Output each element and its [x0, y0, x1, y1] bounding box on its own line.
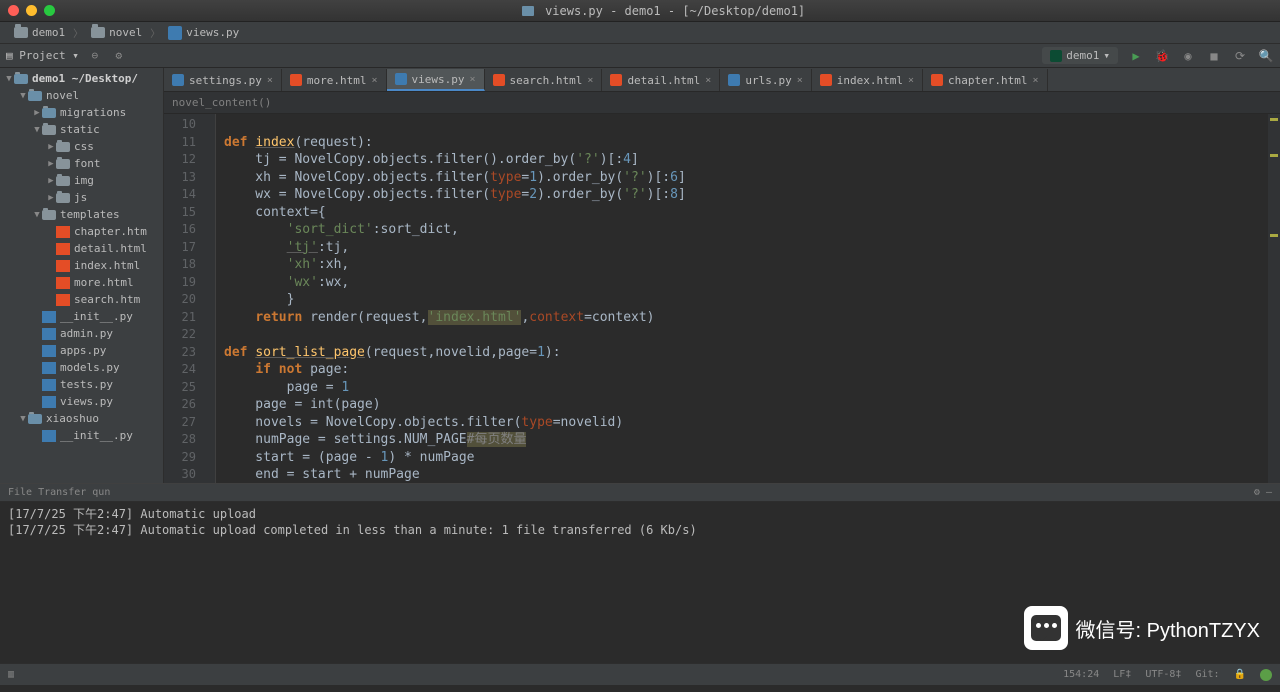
- folder-icon: [14, 27, 28, 38]
- tree-item[interactable]: ▼novel: [0, 87, 163, 104]
- tree-item[interactable]: ▶css: [0, 138, 163, 155]
- project-tool-window-button[interactable]: ▤ Project ▾: [6, 49, 79, 62]
- vcs-button[interactable]: ⟳: [1232, 48, 1248, 64]
- maximize-window-button[interactable]: [44, 5, 55, 16]
- tree-item[interactable]: models.py: [0, 359, 163, 376]
- html-file-icon: [290, 74, 302, 86]
- tree-item[interactable]: ▶img: [0, 172, 163, 189]
- watermark: 微信号: PythonTZYX: [1024, 606, 1261, 650]
- tree-item[interactable]: ▼static: [0, 121, 163, 138]
- editor-tab[interactable]: views.py×: [387, 69, 485, 91]
- editor-tab[interactable]: chapter.html×: [923, 69, 1048, 91]
- search-icon[interactable]: 🔍: [1258, 48, 1274, 64]
- wechat-icon: [1024, 606, 1068, 650]
- breadcrumb-nav: demo1 〉 novel 〉 views.py: [0, 22, 1280, 44]
- project-tree[interactable]: ▼demo1 ~/Desktop/▼novel▶migrations▼stati…: [0, 68, 163, 444]
- html-file-icon: [493, 74, 505, 86]
- editor-tab[interactable]: search.html×: [485, 69, 603, 91]
- editor-tab[interactable]: urls.py×: [720, 69, 811, 91]
- py-file-icon: [728, 74, 740, 86]
- html-file-icon: [820, 74, 832, 86]
- tree-item[interactable]: more.html: [0, 274, 163, 291]
- file-encoding[interactable]: UTF-8‡: [1145, 669, 1181, 680]
- close-tab-icon[interactable]: ×: [372, 75, 378, 86]
- close-tab-icon[interactable]: ×: [1032, 75, 1038, 86]
- code-breadcrumb[interactable]: novel_content(): [164, 92, 1280, 114]
- window-title: views.py - demo1 - [~/Desktop/demo1]: [55, 4, 1272, 18]
- html-file-icon: [610, 74, 622, 86]
- tree-item[interactable]: ▶font: [0, 155, 163, 172]
- django-icon: [1050, 50, 1062, 62]
- chevron-right-icon: 〉: [73, 25, 83, 40]
- editor-tabs: settings.py×more.html×views.py×search.ht…: [164, 68, 1280, 92]
- tree-item[interactable]: ▼demo1 ~/Desktop/: [0, 70, 163, 87]
- titlebar: views.py - demo1 - [~/Desktop/demo1]: [0, 0, 1280, 22]
- status-indicator-icon[interactable]: [1260, 669, 1272, 681]
- file-icon: [522, 6, 534, 16]
- py-file-icon: [395, 73, 407, 85]
- project-sidebar: ▼demo1 ~/Desktop/▼novel▶migrations▼stati…: [0, 68, 164, 483]
- nav-folder[interactable]: novel: [85, 24, 148, 41]
- status-left: ▥: [8, 669, 14, 680]
- close-tab-icon[interactable]: ×: [587, 75, 593, 86]
- debug-button[interactable]: 🐞: [1154, 48, 1170, 64]
- lock-icon[interactable]: 🔒: [1234, 669, 1246, 680]
- tree-item[interactable]: ▶migrations: [0, 104, 163, 121]
- git-branch[interactable]: Git:: [1195, 669, 1219, 680]
- folder-icon: [91, 27, 105, 38]
- toolbar: ▤ Project ▾ ⊖ ⚙ demo1 ▾ ▶ 🐞 ◉ ■ ⟳ 🔍: [0, 44, 1280, 68]
- code-editor[interactable]: 10 11 12 13 14 15 16 17 18 19 20 21 22 2…: [164, 114, 1280, 483]
- line-separator[interactable]: LF‡: [1113, 669, 1131, 680]
- tree-item[interactable]: index.html: [0, 257, 163, 274]
- python-icon: [168, 26, 182, 40]
- chevron-right-icon: 〉: [150, 25, 160, 40]
- panel-title[interactable]: File Transfer qun: [8, 487, 110, 498]
- tree-item[interactable]: __init__.py: [0, 427, 163, 444]
- run-button[interactable]: ▶: [1128, 48, 1144, 64]
- panel-settings-icon[interactable]: ⚙: [1254, 487, 1260, 498]
- minimize-window-button[interactable]: [26, 5, 37, 16]
- py-file-icon: [172, 74, 184, 86]
- close-tab-icon[interactable]: ×: [797, 75, 803, 86]
- editor-tab[interactable]: more.html×: [282, 69, 387, 91]
- tree-item[interactable]: admin.py: [0, 325, 163, 342]
- tree-item[interactable]: search.htm: [0, 291, 163, 308]
- tree-item[interactable]: ▼xiaoshuo: [0, 410, 163, 427]
- editor-tab[interactable]: index.html×: [812, 69, 923, 91]
- panel-minimize-icon[interactable]: —: [1266, 487, 1272, 498]
- run-configuration-selector[interactable]: demo1 ▾: [1042, 47, 1118, 64]
- close-window-button[interactable]: [8, 5, 19, 16]
- tree-item[interactable]: chapter.htm: [0, 223, 163, 240]
- tree-item[interactable]: views.py: [0, 393, 163, 410]
- coverage-button[interactable]: ◉: [1180, 48, 1196, 64]
- tree-item[interactable]: tests.py: [0, 376, 163, 393]
- collapse-icon[interactable]: ⊖: [87, 48, 103, 64]
- close-tab-icon[interactable]: ×: [470, 74, 476, 85]
- line-gutter: 10 11 12 13 14 15 16 17 18 19 20 21 22 2…: [164, 114, 204, 483]
- close-tab-icon[interactable]: ×: [705, 75, 711, 86]
- tree-item[interactable]: __init__.py: [0, 308, 163, 325]
- close-tab-icon[interactable]: ×: [908, 75, 914, 86]
- nav-file[interactable]: views.py: [162, 24, 245, 42]
- html-file-icon: [931, 74, 943, 86]
- status-bar: ▥ 154:24 LF‡ UTF-8‡ Git: 🔒: [0, 663, 1280, 685]
- cursor-position[interactable]: 154:24: [1063, 669, 1099, 680]
- stop-button[interactable]: ■: [1206, 48, 1222, 64]
- tree-item[interactable]: apps.py: [0, 342, 163, 359]
- window-controls: [8, 5, 55, 16]
- tree-item[interactable]: detail.html: [0, 240, 163, 257]
- fold-gutter[interactable]: [204, 114, 216, 483]
- tree-item[interactable]: ▼templates: [0, 206, 163, 223]
- editor-tab[interactable]: detail.html×: [602, 69, 720, 91]
- nav-project[interactable]: demo1: [8, 24, 71, 41]
- settings-icon[interactable]: ⚙: [111, 48, 127, 64]
- error-stripe[interactable]: [1268, 114, 1280, 483]
- code-content[interactable]: def index(request): tj = NovelCopy.objec…: [216, 114, 1280, 483]
- close-tab-icon[interactable]: ×: [267, 75, 273, 86]
- tree-item[interactable]: ▶js: [0, 189, 163, 206]
- editor-tab[interactable]: settings.py×: [164, 69, 282, 91]
